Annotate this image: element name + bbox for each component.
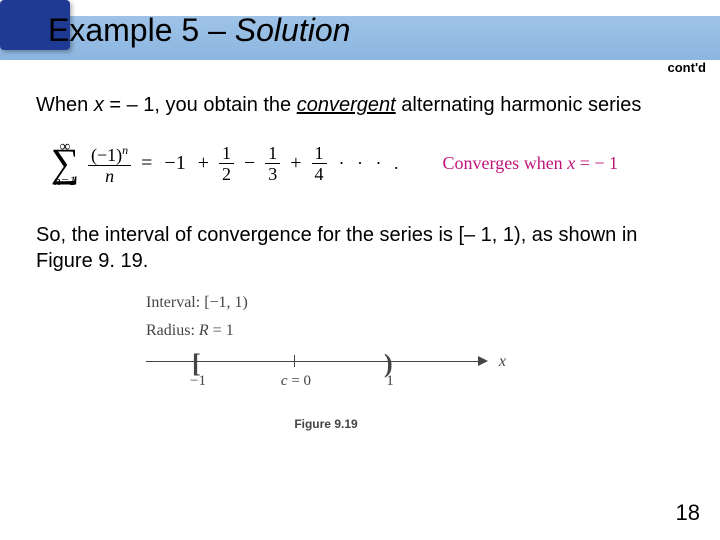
ellipsis: · · · .: [331, 153, 403, 174]
paragraph-1: When x = – 1, you obtain the convergent …: [36, 92, 684, 118]
note-pre: Converges when: [443, 153, 568, 173]
paragraph-2: So, the interval of convergence for the …: [36, 222, 684, 274]
term-1: −1: [158, 152, 191, 175]
fig-radius-post: = 1: [209, 322, 234, 339]
sigma-lower: n=1: [46, 173, 84, 189]
p1-var: x: [94, 94, 104, 116]
p1-pre: When: [36, 94, 94, 116]
label-c-var: c: [281, 373, 288, 389]
figure: Interval: [−1, 1) Radius: R = 1 [ ) −1 c…: [146, 292, 506, 431]
title-bar: Example 5 – Solution: [0, 0, 720, 64]
figure-caption: Figure 9.19: [146, 417, 506, 431]
equals: =: [135, 152, 158, 175]
axis-x-label: x: [499, 353, 506, 371]
p1-post: alternating harmonic series: [396, 94, 642, 116]
f3-num: 1: [265, 143, 280, 164]
page-number: 18: [676, 500, 700, 526]
p1-convergent: convergent: [297, 94, 396, 116]
main-num-exp: n: [122, 143, 128, 157]
f4-den: 4: [312, 164, 327, 184]
number-line: [ ) −1 c = 0 1 x: [146, 347, 486, 387]
sigma-upper: ∞: [46, 139, 84, 156]
title-prefix: Example 5 –: [48, 12, 235, 48]
fig-radius: Radius: R = 1: [146, 320, 506, 342]
arrowhead-icon: [478, 356, 488, 366]
continued-label: cont'd: [668, 60, 706, 75]
main-num: (−1)n: [88, 140, 131, 166]
f2-den: 2: [219, 164, 234, 184]
frac-4: 1 4: [312, 143, 327, 184]
frac-2: 1 2: [219, 143, 234, 184]
sigma: ∞ ∑ n=1: [46, 143, 84, 183]
page-title: Example 5 – Solution: [48, 12, 350, 49]
convergence-note: Converges when x = − 1: [443, 153, 618, 174]
formula-block: ∞ ∑ n=1 (−1)n n = −1 + 1 2 − 1 3 + 1 4 ·…: [46, 128, 684, 198]
note-var: x: [567, 153, 575, 173]
label-center: c = 0: [281, 373, 311, 390]
main-den: n: [102, 166, 117, 186]
plus-2: +: [284, 152, 307, 175]
fig-radius-pre: Radius:: [146, 322, 199, 339]
fig-interval: Interval: [−1, 1): [146, 292, 506, 314]
f4-num: 1: [312, 143, 327, 164]
label-1: 1: [386, 373, 394, 390]
label-c-post: = 0: [288, 373, 311, 389]
f3-den: 3: [265, 164, 280, 184]
title-solution: Solution: [235, 12, 351, 48]
minus-1: −: [238, 152, 261, 175]
note-post: = − 1: [575, 153, 618, 173]
main-num-base: (−1): [91, 145, 122, 165]
p1-mid: = – 1, you obtain the: [104, 94, 297, 116]
label-neg1: −1: [190, 373, 206, 390]
frac-3: 1 3: [265, 143, 280, 184]
fig-radius-var: R: [199, 322, 209, 339]
main-fraction: (−1)n n: [88, 140, 131, 186]
plus-1: +: [192, 152, 215, 175]
f2-num: 1: [219, 143, 234, 164]
tick-center: [294, 355, 295, 367]
content-area: When x = – 1, you obtain the convergent …: [0, 64, 720, 431]
